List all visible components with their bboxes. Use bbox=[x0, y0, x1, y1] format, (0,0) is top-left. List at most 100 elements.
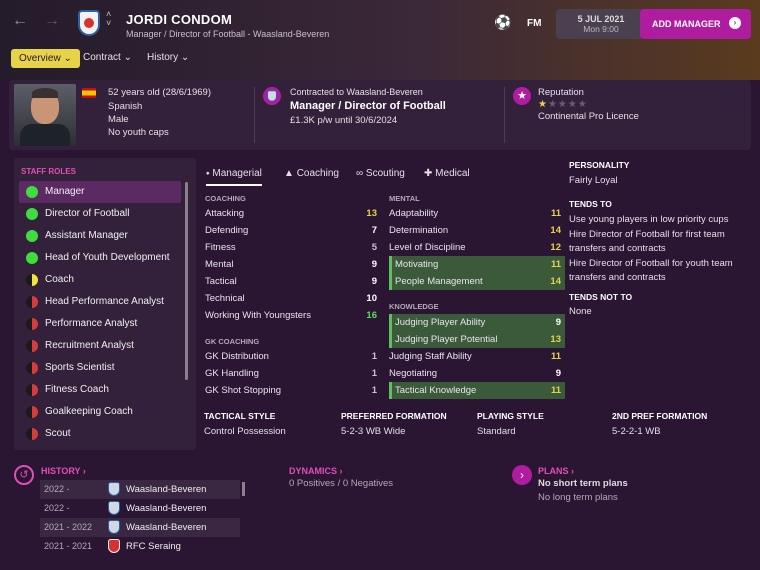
role-item[interactable]: Sports Scientist bbox=[19, 357, 181, 379]
history-link[interactable]: HISTORY › bbox=[41, 466, 86, 476]
history-years: 2021 - 2021 bbox=[44, 541, 93, 551]
history-club: Waasland-Beveren bbox=[126, 484, 207, 495]
add-manager-button[interactable]: ADD MANAGER › bbox=[640, 9, 751, 39]
negatives-count: 0 Negatives bbox=[342, 478, 394, 489]
tab-coaching[interactable]: ▲ Coaching bbox=[284, 168, 339, 179]
attribute-name: Motivating bbox=[395, 259, 439, 270]
tends-title: TENDS TO bbox=[569, 199, 612, 209]
attribute-row: GK Distribution 1 bbox=[205, 348, 381, 365]
role-item[interactable]: Manager bbox=[19, 181, 181, 203]
binoculars-icon: ∞ bbox=[356, 168, 364, 179]
tends-not-value: None bbox=[569, 306, 592, 317]
club-badge-icon bbox=[263, 87, 281, 105]
tab-overview[interactable]: Overview ⌄ bbox=[11, 49, 80, 68]
scrollbar[interactable] bbox=[242, 482, 245, 496]
positives-count: 0 Positives bbox=[289, 478, 335, 489]
scrollbar[interactable] bbox=[185, 182, 188, 380]
dynamics-link[interactable]: DYNAMICS › bbox=[289, 466, 343, 476]
plans-link[interactable]: PLANS › bbox=[538, 466, 574, 476]
role-item[interactable]: Director of Football bbox=[19, 203, 181, 225]
forward-arrow-icon[interactable]: → bbox=[44, 12, 60, 30]
attribute-row: Level of Discipline 12 bbox=[389, 239, 565, 256]
attribute-name: Judging Player Potential bbox=[395, 334, 498, 345]
attribute-value: 11 bbox=[550, 385, 561, 396]
attribute-row: Technical 10 bbox=[205, 290, 381, 307]
playing-style-value: Standard bbox=[477, 426, 516, 437]
attribute-name: GK Shot Stopping bbox=[205, 385, 282, 396]
history-row[interactable]: 2022 - Waasland-Beveren bbox=[40, 480, 240, 499]
attribute-row: Tactical 9 bbox=[205, 273, 381, 290]
suitability-icon bbox=[26, 230, 38, 242]
attribute-name: Fitness bbox=[205, 242, 236, 253]
attribute-value: 13 bbox=[550, 334, 561, 345]
attribute-value: 10 bbox=[366, 293, 377, 304]
attribute-row: People Management 14 bbox=[389, 273, 565, 290]
role-item[interactable]: Coach bbox=[19, 269, 181, 291]
role-label: Head of Youth Development bbox=[45, 252, 170, 263]
attribute-row: Attacking 13 bbox=[205, 205, 381, 222]
back-arrow-icon[interactable]: ← bbox=[12, 12, 28, 30]
chevron-updown-icon[interactable]: ˄ ˅ bbox=[106, 10, 111, 28]
role-item[interactable]: Performance Analyst bbox=[19, 313, 181, 335]
history-row[interactable]: 2021 - 2021 RFC Seraing bbox=[40, 537, 240, 556]
profile-caps: No youth caps bbox=[108, 127, 169, 138]
reputation-stars: ★★★★★ bbox=[538, 99, 588, 110]
attribute-name: Tactical bbox=[205, 276, 237, 287]
attribute-value: 9 bbox=[371, 259, 377, 270]
suitability-icon bbox=[26, 274, 38, 286]
contract-role: Manager / Director of Football bbox=[290, 100, 446, 112]
suitability-icon bbox=[26, 296, 38, 308]
club-crest-icon bbox=[78, 10, 100, 36]
history-row[interactable]: 2022 - Waasland-Beveren bbox=[40, 499, 240, 518]
history-icon: ↺ bbox=[14, 465, 34, 485]
football-icon[interactable]: ⚽ bbox=[494, 14, 511, 31]
role-item[interactable]: Scout bbox=[19, 423, 181, 443]
attribute-value: 14 bbox=[550, 225, 561, 236]
tab-overview-label: Overview bbox=[19, 53, 61, 64]
tab-managerial[interactable]: ⬩ Managerial bbox=[206, 168, 262, 186]
role-label: Coach bbox=[45, 274, 74, 285]
role-item[interactable]: Goalkeeping Coach bbox=[19, 401, 181, 423]
date-box[interactable]: 5 JUL 2021 Mon 9:00 bbox=[556, 9, 646, 39]
fm-button[interactable]: FM bbox=[527, 18, 541, 29]
role-label: Performance Analyst bbox=[45, 318, 138, 329]
medkit-icon: ✚ bbox=[424, 168, 433, 179]
history-club: Waasland-Beveren bbox=[126, 522, 207, 533]
attribute-value: 9 bbox=[555, 317, 561, 328]
club-crest-icon bbox=[108, 539, 120, 553]
staff-roles-list[interactable]: Manager Director of Football Assistant Man… bbox=[19, 181, 181, 443]
tab-medical[interactable]: ✚ Medical bbox=[424, 168, 470, 179]
role-item[interactable]: Recruitment Analyst bbox=[19, 335, 181, 357]
suitability-icon bbox=[26, 318, 38, 330]
attribute-name: People Management bbox=[395, 276, 483, 287]
tab-contract[interactable]: Contract ⌄ bbox=[83, 52, 132, 63]
divider bbox=[504, 87, 505, 143]
attribute-value: 13 bbox=[366, 208, 377, 219]
attribute-value: 1 bbox=[371, 351, 377, 362]
profile-gender: Male bbox=[108, 114, 129, 125]
tab-history[interactable]: History ⌄ bbox=[147, 52, 189, 63]
role-item[interactable]: Head of Youth Development bbox=[19, 247, 181, 269]
attribute-row: Determination 14 bbox=[389, 222, 565, 239]
suitability-icon bbox=[26, 428, 38, 440]
personality-value: Fairly Loyal bbox=[569, 175, 618, 186]
star-filled-icon: ★ bbox=[538, 99, 548, 110]
suitability-icon bbox=[26, 186, 38, 198]
attribute-value: 12 bbox=[550, 242, 561, 253]
short-term-plans: No short term plans bbox=[538, 478, 628, 489]
attribute-row: Tactical Knowledge 11 bbox=[389, 382, 565, 399]
knowledge-title: KNOWLEDGE bbox=[389, 302, 439, 311]
role-item[interactable]: Assistant Manager bbox=[19, 225, 181, 247]
page-subtitle: Manager / Director of Football - Waaslan… bbox=[126, 29, 330, 39]
contract-wage: £1.3K p/w until 30/6/2024 bbox=[290, 115, 398, 126]
attribute-value: 1 bbox=[371, 385, 377, 396]
role-item[interactable]: Head Performance Analyst bbox=[19, 291, 181, 313]
attribute-row: Mental 9 bbox=[205, 256, 381, 273]
tends-item: Use young players in low priority cups bbox=[569, 214, 729, 225]
tab-scouting[interactable]: ∞ Scouting bbox=[356, 168, 405, 179]
long-term-plans: No long term plans bbox=[538, 492, 618, 503]
history-row[interactable]: 2021 - 2022 Waasland-Beveren bbox=[40, 518, 240, 537]
role-item[interactable]: Fitness Coach bbox=[19, 379, 181, 401]
attribute-row: Negotiating 9 bbox=[389, 365, 565, 382]
history-years: 2022 - bbox=[44, 484, 70, 494]
